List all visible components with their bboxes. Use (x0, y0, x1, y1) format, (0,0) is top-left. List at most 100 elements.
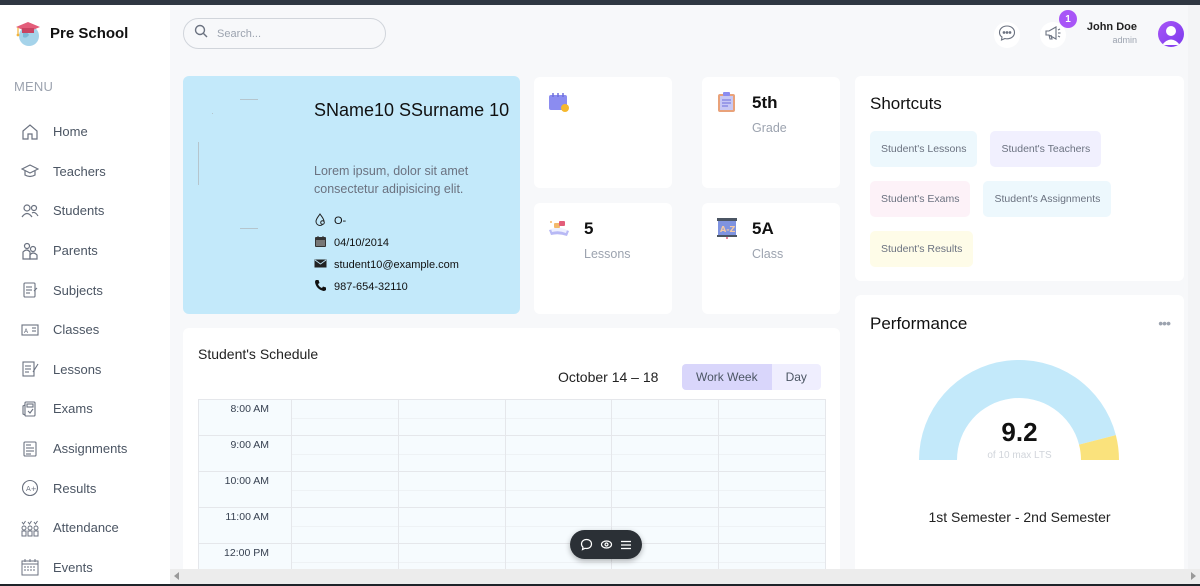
stat-label: Lessons (584, 247, 631, 261)
schedule-slot[interactable] (719, 436, 826, 472)
schedule-slot[interactable] (505, 400, 613, 436)
stat-card-class: A-Z 5A Class (702, 203, 840, 314)
sidebar-item-home[interactable]: Home (0, 112, 170, 152)
sidebar-item-events[interactable]: Events (0, 548, 170, 584)
schedule-grid: 8:00 AM 9:00 AM 10:00 AM 11:00 AM 12:00 PM (198, 399, 826, 580)
performance-card: Performance ••• 9.2 of 10 max LTS 1st Se… (855, 295, 1184, 584)
sidebar-item-exams[interactable]: Exams (0, 389, 170, 429)
schedule-slot[interactable] (292, 472, 399, 508)
sidebar-item-classes[interactable]: A Classes (0, 310, 170, 350)
chat-bubble-icon (998, 24, 1016, 47)
search-bar[interactable] (183, 18, 386, 49)
school-logo-icon (14, 19, 42, 47)
student-description: Lorem ipsum, dolor sit amet consectetur … (314, 164, 469, 196)
phone-icon (314, 279, 327, 295)
schedule-slot[interactable] (398, 436, 506, 472)
sidebar-item-teachers[interactable]: Teachers (0, 152, 170, 192)
messages-button[interactable] (994, 22, 1020, 48)
shortcuts-card: Shortcuts Student's Lessons Student's Te… (855, 76, 1184, 281)
more-options-icon[interactable]: ••• (1158, 315, 1171, 331)
subjects-icon (20, 280, 40, 300)
schedule-slot[interactable] (719, 472, 826, 508)
eye-toggle-icon[interactable] (599, 538, 613, 552)
stat-label: Grade (752, 121, 787, 135)
work-week-view-button[interactable]: Work Week (682, 364, 772, 390)
shortcut-students-teachers[interactable]: Student's Teachers (990, 131, 1102, 167)
search-input[interactable] (217, 27, 377, 40)
schedule-slot[interactable] (292, 400, 399, 436)
calendar-icon (314, 235, 327, 251)
schedule-slot[interactable] (398, 400, 506, 436)
menu-icon[interactable] (619, 538, 633, 552)
schedule-slot[interactable] (719, 400, 826, 436)
vertical-scrollbar[interactable] (1188, 5, 1200, 569)
sidebar-item-label: Lessons (53, 361, 102, 377)
stat-card-lessons: 5 Lessons (534, 203, 672, 314)
time-slot-label: 8:00 AM (199, 400, 292, 436)
shortcuts-title: Shortcuts (870, 94, 942, 113)
shortcut-students-results[interactable]: Student's Results (870, 231, 974, 267)
search-icon (194, 24, 208, 43)
performance-subtitle: of 10 max LTS (987, 450, 1052, 461)
sidebar-item-assignments[interactable]: Assignments (0, 429, 170, 469)
scroll-right-arrow-icon[interactable] (1191, 572, 1196, 580)
schedule-slot[interactable] (612, 472, 720, 508)
schedule-slot[interactable] (292, 436, 399, 472)
horizontal-scrollbar[interactable] (170, 569, 1200, 584)
schedule-slot[interactable] (612, 400, 720, 436)
sidebar-item-label: Classes (53, 322, 100, 338)
time-slot-label: 11:00 AM (199, 508, 292, 544)
stat-card-attendance (534, 77, 672, 188)
clipboard-icon (716, 91, 738, 113)
performance-title: Performance (870, 314, 968, 333)
schedule-slot[interactable] (505, 472, 613, 508)
avatar[interactable] (1158, 21, 1184, 47)
attendance-calendar-icon (548, 91, 570, 113)
blood-type-row: O- (314, 213, 346, 229)
megaphone-icon (1044, 24, 1062, 47)
sidebar-item-label: Subjects (53, 282, 103, 298)
assignments-icon (20, 439, 40, 459)
sidebar-item-lessons[interactable]: Lessons (0, 350, 170, 390)
email: student10@example.com (334, 259, 459, 271)
schedule-card: Student's Schedule October 14 – 18 Work … (183, 328, 840, 584)
dashboard-app: Pre School MENU Home Teachers Students P… (0, 5, 1200, 584)
schedule-slot[interactable] (398, 508, 506, 544)
shortcut-students-assignments[interactable]: Student's Assignments (983, 181, 1112, 217)
sidebar-item-parents[interactable]: Parents (0, 231, 170, 271)
schedule-slot[interactable] (292, 508, 399, 544)
schedule-slot[interactable] (719, 508, 826, 544)
schedule-slot[interactable] (398, 472, 506, 508)
email-row: student10@example.com (314, 257, 459, 273)
user-name: John Doe (1086, 21, 1137, 33)
day-view-button[interactable]: Day (771, 364, 821, 390)
menu-label: MENU (14, 79, 54, 94)
sidebar-item-label: Results (53, 480, 97, 496)
shortcut-students-lessons[interactable]: Student's Lessons (870, 131, 978, 167)
events-icon (20, 557, 40, 577)
sidebar-item-subjects[interactable]: Subjects (0, 270, 170, 310)
scroll-left-arrow-icon[interactable] (174, 572, 179, 580)
schedule-slot[interactable] (505, 436, 613, 472)
home-icon (20, 122, 40, 142)
comment-icon[interactable] (579, 538, 593, 552)
students-icon (20, 201, 40, 221)
phone: 987-654-32110 (334, 281, 408, 293)
sidebar-item-attendance[interactable]: Attendance (0, 508, 170, 548)
sidebar-item-students[interactable]: Students (0, 191, 170, 231)
birthday-row: 04/10/2014 (314, 235, 389, 251)
birthday: 04/10/2014 (334, 237, 390, 249)
schedule-slot[interactable] (612, 436, 720, 472)
student-profile-card: SName10 SSurname 10 Lorem ipsum, dolor s… (183, 76, 520, 314)
sidebar-item-label: Parents (53, 243, 98, 259)
sidebar-item-results[interactable]: A+ Results (0, 468, 170, 508)
blood-drop-icon (314, 213, 327, 229)
sidebar-item-label: Exams (53, 401, 93, 417)
parents-icon (20, 241, 40, 261)
shortcut-students-exams[interactable]: Student's Exams (870, 181, 971, 217)
time-slot-label: 9:00 AM (199, 436, 292, 472)
logo[interactable]: Pre School (14, 19, 128, 47)
sidebar-item-label: Home (53, 124, 88, 140)
lesson-book-icon (548, 217, 570, 239)
graduation-cap-icon (20, 161, 40, 181)
